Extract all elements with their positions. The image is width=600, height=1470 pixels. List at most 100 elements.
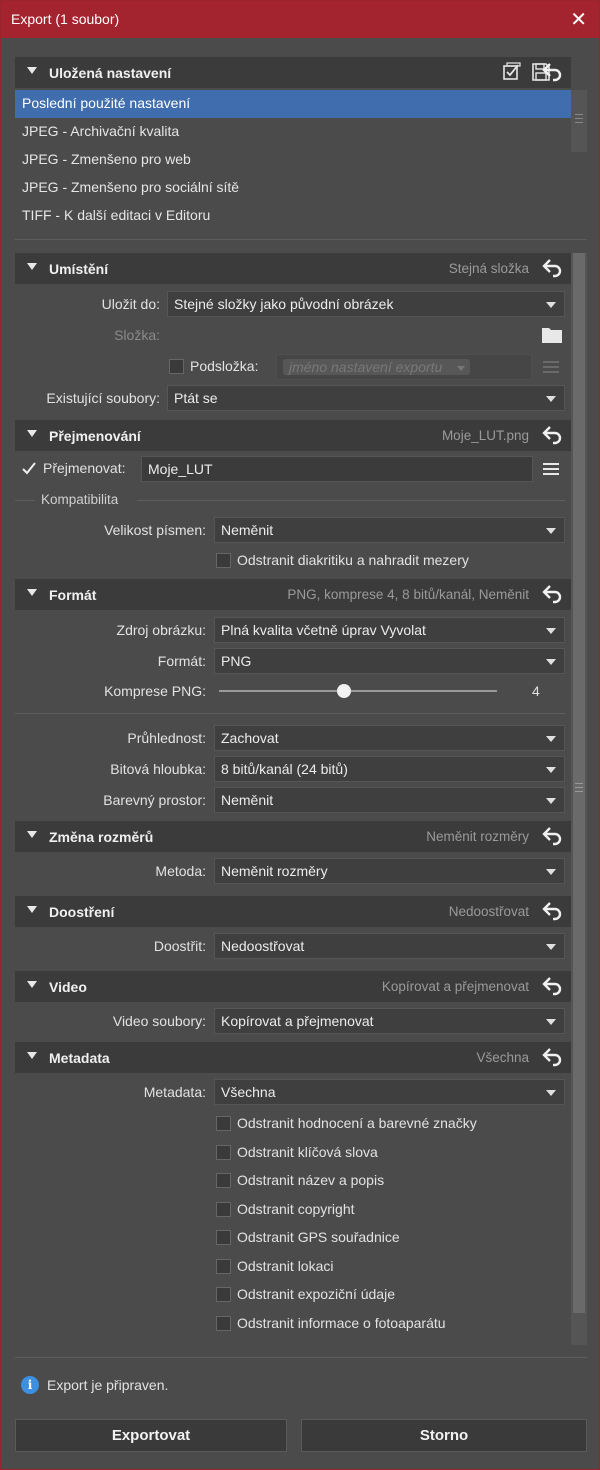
rename-label: Přejmenovat: <box>43 460 126 476</box>
metadata-option-checkbox[interactable] <box>216 1202 231 1217</box>
reset-icon[interactable] <box>541 975 563 997</box>
reset-icon[interactable] <box>541 61 563 83</box>
metadata-label: Metadata: <box>143 1084 206 1100</box>
metadata-option-label: Odstranit lokaci <box>237 1258 334 1274</box>
existing-files-select[interactable]: Ptát se <box>167 385 565 411</box>
divider <box>15 1357 587 1358</box>
resize-header[interactable]: Změna rozměrů Neměnit rozměry <box>15 821 571 852</box>
colorspace-select[interactable]: Neměnit <box>214 787 565 813</box>
rename-header[interactable]: Přejmenování Moje_LUT.png <box>15 420 571 451</box>
metadata-option-label: Odstranit GPS souřadnice <box>237 1229 400 1245</box>
reset-icon[interactable] <box>541 424 563 446</box>
manage-presets-icon[interactable] <box>502 62 522 82</box>
video-files-label: Video soubory: <box>112 1013 206 1029</box>
divider <box>15 713 565 714</box>
metadata-option-checkbox[interactable] <box>216 1316 231 1331</box>
metadata-option-label: Odstranit název a popis <box>237 1172 385 1188</box>
collapse-arrow-icon[interactable] <box>27 589 37 596</box>
case-value: Neměnit <box>221 522 274 538</box>
folder-icon[interactable] <box>541 326 563 344</box>
metadata-option-label: Odstranit hodnocení a barevné značky <box>237 1115 477 1131</box>
sharpen-header[interactable]: Doostření Nedoostřovat <box>15 896 571 927</box>
metadata-option-checkbox[interactable] <box>216 1287 231 1302</box>
chevron-down-icon <box>546 659 556 665</box>
preset-scrollbar[interactable] <box>571 90 587 152</box>
rename-checkbox[interactable] <box>21 461 37 477</box>
reset-icon[interactable] <box>541 900 563 922</box>
preset-item[interactable]: JPEG - Zmenšeno pro sociální sítě <box>15 174 571 202</box>
collapse-arrow-icon[interactable] <box>27 263 37 270</box>
rename-title: Přejmenování <box>49 428 141 444</box>
reset-icon[interactable] <box>541 257 563 279</box>
existing-files-value: Ptát se <box>174 390 218 406</box>
compression-slider[interactable] <box>219 684 497 698</box>
preset-item[interactable]: JPEG - Archivační kvalita <box>15 118 571 146</box>
video-summary: Kopírovat a přejmenovat <box>381 979 529 994</box>
menu-icon[interactable] <box>543 360 559 374</box>
reset-icon[interactable] <box>541 583 563 605</box>
format-summary: PNG, komprese 4, 8 bitů/kanál, Neměnit <box>287 587 529 602</box>
slider-handle[interactable] <box>337 684 352 698</box>
metadata-option-checkbox[interactable] <box>216 1145 231 1160</box>
collapse-arrow-icon[interactable] <box>27 981 37 988</box>
chevron-down-icon <box>546 767 556 773</box>
reset-icon[interactable] <box>541 1046 563 1068</box>
metadata-option-checkbox[interactable] <box>216 1173 231 1188</box>
preset-item[interactable]: JPEG - Zmenšeno pro web <box>15 146 571 174</box>
chevron-down-icon <box>546 396 556 402</box>
bit-depth-value: 8 bitů/kanál (24 bitů) <box>221 761 348 777</box>
transparency-select[interactable]: Zachovat <box>214 725 565 751</box>
subfolder-checkbox[interactable] <box>169 359 184 374</box>
folder-label: Složka: <box>114 327 160 343</box>
video-header[interactable]: Video Kopírovat a přejmenovat <box>15 971 571 1002</box>
resize-method-label: Metoda: <box>155 863 206 879</box>
preset-item[interactable]: TIFF - K další editaci v Editoru <box>15 202 571 230</box>
format-header[interactable]: Formát PNG, komprese 4, 8 bitů/kanál, Ne… <box>15 579 571 610</box>
collapse-arrow-icon[interactable] <box>27 831 37 838</box>
collapse-arrow-icon[interactable] <box>27 430 37 437</box>
collapse-arrow-icon[interactable] <box>27 67 37 74</box>
cancel-button[interactable]: Storno <box>301 1419 587 1452</box>
reset-icon[interactable] <box>541 825 563 847</box>
compression-value: 4 <box>532 683 540 699</box>
diacritics-label: Odstranit diakritiku a nahradit mezery <box>237 552 469 568</box>
location-header[interactable]: Umístění Stejná složka <box>15 253 571 284</box>
existing-files-label: Existující soubory: <box>46 390 160 406</box>
bit-depth-select[interactable]: 8 bitů/kanál (24 bitů) <box>214 756 565 782</box>
compatibility-title: Kompatibilita <box>41 492 119 507</box>
rename-input[interactable]: Moje_LUT <box>141 456 533 482</box>
main-scrollbar[interactable] <box>571 253 587 1345</box>
case-select[interactable]: Neměnit <box>214 517 565 543</box>
metadata-option-label: Odstranit copyright <box>237 1201 355 1217</box>
menu-icon[interactable] <box>543 462 559 476</box>
format-title: Formát <box>49 587 97 603</box>
metadata-option-checkbox[interactable] <box>216 1116 231 1131</box>
format-select[interactable]: PNG <box>214 648 565 674</box>
metadata-option-label: Odstranit informace o fotoaparátu <box>237 1315 446 1331</box>
saved-settings-header[interactable]: Uložená nastavení <box>15 57 571 88</box>
diacritics-checkbox[interactable] <box>216 553 231 568</box>
preset-item[interactable]: Poslední použité nastavení <box>15 90 571 118</box>
collapse-arrow-icon[interactable] <box>27 906 37 913</box>
case-label: Velikost písmen: <box>104 522 206 538</box>
sharpen-select[interactable]: Nedoostřovat <box>214 933 565 959</box>
location-summary: Stejná složka <box>448 261 529 276</box>
saved-settings-title: Uložená nastavení <box>49 65 172 81</box>
video-files-select[interactable]: Kopírovat a přejmenovat <box>214 1008 565 1034</box>
save-to-select[interactable]: Stejné složky jako původní obrázek <box>167 291 565 317</box>
close-icon[interactable]: ✕ <box>570 7 587 32</box>
export-dialog: Export (1 soubor) ✕ Uložená nastavení Po… <box>0 0 600 1470</box>
preset-list: Poslední použité nastavení JPEG - Archiv… <box>15 90 571 230</box>
export-button[interactable]: Exportovat <box>15 1419 287 1452</box>
colorspace-label: Barevný prostor: <box>103 792 206 808</box>
chevron-down-icon <box>546 944 556 950</box>
metadata-option-checkbox[interactable] <box>216 1230 231 1245</box>
source-select[interactable]: Plná kvalita včetně úprav Vyvolat <box>214 617 565 643</box>
collapse-arrow-icon[interactable] <box>27 1052 37 1059</box>
resize-method-select[interactable]: Neměnit rozměry <box>214 858 565 884</box>
metadata-option-checkbox[interactable] <box>216 1259 231 1274</box>
subfolder-token: jméno nastavení exportu <box>283 359 471 375</box>
subfolder-input[interactable]: jméno nastavení exportu <box>276 354 532 380</box>
metadata-header[interactable]: Metadata Všechna <box>15 1042 571 1073</box>
metadata-select[interactable]: Všechna <box>214 1079 565 1105</box>
